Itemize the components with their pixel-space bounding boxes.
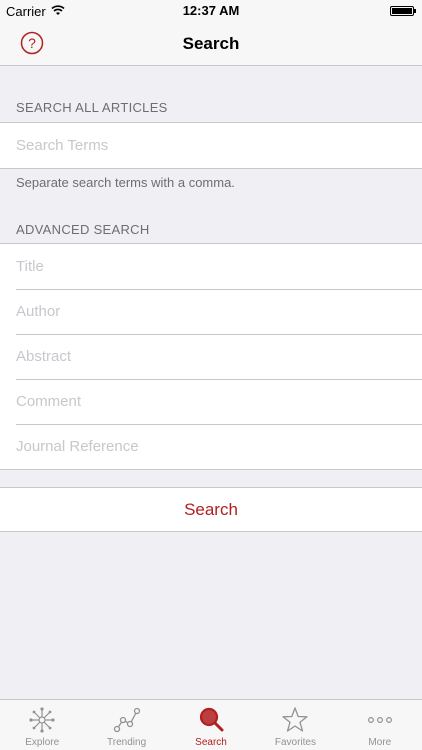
tab-favorites[interactable]: Favorites: [253, 700, 337, 750]
navigation-bar: ? Search: [0, 22, 422, 66]
tab-trending[interactable]: Trending: [84, 700, 168, 750]
status-time: 12:37 AM: [182, 3, 240, 18]
tab-label: Favorites: [274, 737, 316, 748]
trending-icon: [113, 707, 140, 733]
section-header-search-all: SEARCH ALL ARTICLES: [16, 100, 168, 115]
comment-input[interactable]: [16, 379, 406, 424]
status-bar: Carrier 12:37 AM: [0, 0, 422, 22]
search-terms-hint: Separate search terms with a comma.: [16, 175, 235, 190]
search-button[interactable]: Search: [0, 487, 422, 532]
explore-icon: [29, 707, 55, 733]
author-cell: [0, 289, 422, 334]
author-input[interactable]: [16, 289, 406, 334]
tab-label: Explore: [25, 737, 60, 748]
battery-icon: [390, 6, 416, 16]
tab-label: More: [368, 737, 392, 748]
tab-search[interactable]: Search: [169, 700, 253, 750]
title-cell: [0, 244, 422, 289]
abstract-cell: [0, 334, 422, 379]
star-icon: [282, 707, 309, 732]
search-terms-cell: [0, 123, 422, 168]
journal-reference-input[interactable]: [16, 424, 406, 469]
search-all-group: [0, 122, 422, 169]
search-terms-input[interactable]: [16, 123, 406, 168]
search-icon: [199, 707, 224, 732]
section-header-advanced: ADVANCED SEARCH: [16, 222, 150, 237]
title-input[interactable]: [16, 244, 406, 289]
page-title: Search: [182, 34, 240, 53]
tab-label: Trending: [107, 737, 147, 748]
advanced-search-group: [0, 243, 422, 470]
tab-bar: Explore Trending Search Favorites More: [0, 699, 422, 750]
more-icon: [367, 717, 392, 724]
tab-explore[interactable]: Explore: [0, 700, 84, 750]
journal-reference-cell: [0, 424, 422, 469]
comment-cell: [0, 379, 422, 424]
tab-label: Search: [195, 737, 227, 748]
tab-more[interactable]: More: [338, 700, 422, 750]
abstract-input[interactable]: [16, 334, 406, 379]
